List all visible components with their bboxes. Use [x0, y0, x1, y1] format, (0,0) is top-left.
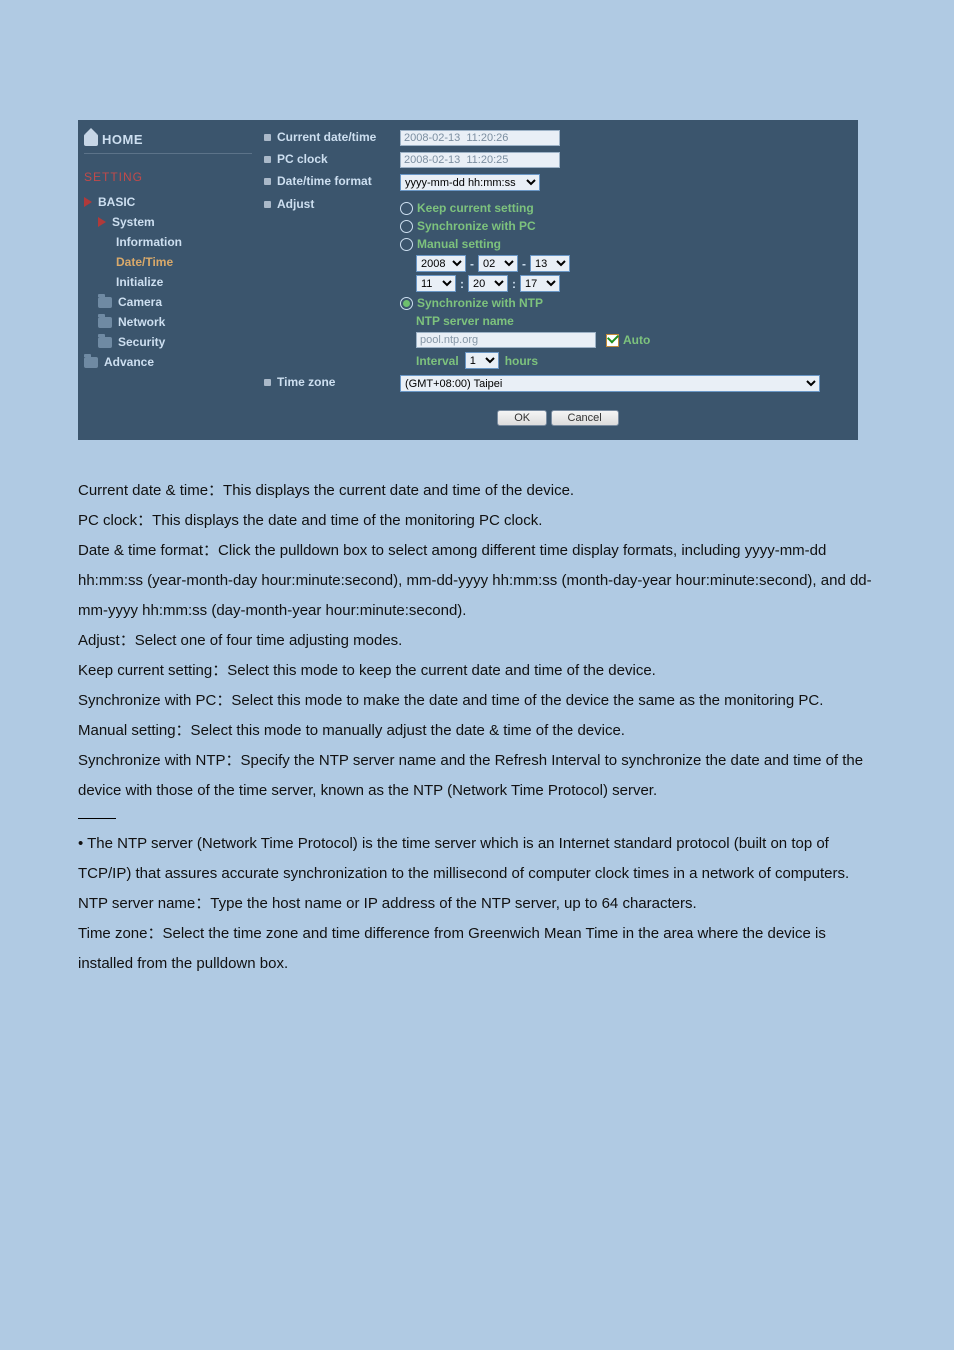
- nav-basic[interactable]: BASIC: [84, 192, 252, 212]
- nav-initialize-label: Initialize: [116, 275, 163, 289]
- adjust-label: Adjust: [277, 197, 314, 211]
- manual-year-select[interactable]: 2008: [416, 255, 466, 272]
- nav-information-label: Information: [116, 235, 182, 249]
- folder-icon: [84, 357, 98, 368]
- manual-minute-select[interactable]: 20: [468, 275, 508, 292]
- arrow-down-icon: [98, 217, 106, 227]
- manual-time-row: 11 : 20 : 17: [416, 275, 852, 292]
- interval-label: Interval: [416, 354, 459, 368]
- radio-manual[interactable]: Manual setting: [400, 237, 852, 251]
- doc-line: • The NTP server (Network Time Protocol)…: [78, 829, 876, 889]
- setting-heading: SETTING: [84, 170, 252, 184]
- nav-date-time[interactable]: Date/Time: [84, 252, 252, 272]
- nav-initialize[interactable]: Initialize: [84, 272, 252, 292]
- pc-clock-field: [400, 152, 560, 168]
- colon-separator: :: [460, 277, 464, 291]
- doc-line: Adjust：Select one of four time adjusting…: [78, 626, 876, 656]
- sidebar: HOME SETTING BASIC System Information Da…: [78, 120, 258, 440]
- doc-line: Manual setting：Select this mode to manua…: [78, 716, 876, 746]
- bullet-icon: [264, 178, 271, 185]
- nav-security-label: Security: [118, 335, 165, 349]
- radio-sync-pc-label: Synchronize with PC: [417, 219, 536, 233]
- nav-information[interactable]: Information: [84, 232, 252, 252]
- arrow-down-icon: [84, 197, 92, 207]
- doc-line: Keep current setting：Select this mode to…: [78, 656, 876, 686]
- doc-line: Time zone：Select the time zone and time …: [78, 919, 876, 979]
- dash-separator: -: [522, 257, 526, 271]
- pc-clock-label: PC clock: [277, 152, 328, 166]
- interval-select[interactable]: 1: [465, 352, 499, 369]
- manual-month-select[interactable]: 02: [478, 255, 518, 272]
- manual-day-select[interactable]: 13: [530, 255, 570, 272]
- content-pane: Current date/time PC clock Date/time for…: [258, 120, 858, 440]
- device-settings-panel: HOME SETTING BASIC System Information Da…: [78, 120, 858, 440]
- bullet-icon: [264, 156, 271, 163]
- nav-advance-label: Advance: [104, 355, 154, 369]
- colon-separator: :: [512, 277, 516, 291]
- ntp-server-input[interactable]: [416, 332, 596, 348]
- ntp-server-name-label: NTP server name: [416, 314, 852, 328]
- radio-sync-ntp-label: Synchronize with NTP: [417, 296, 543, 310]
- manual-date-row: 2008 - 02 - 13: [416, 255, 852, 272]
- nav-system[interactable]: System: [84, 212, 252, 232]
- current-datetime-field: [400, 130, 560, 146]
- folder-icon: [98, 317, 112, 328]
- nav-camera[interactable]: Camera: [84, 292, 252, 312]
- datetime-format-select[interactable]: yyyy-mm-dd hh:mm:ss: [400, 174, 540, 191]
- bullet-icon: [264, 201, 271, 208]
- cancel-button[interactable]: Cancel: [551, 410, 619, 426]
- radio-sync-ntp[interactable]: Synchronize with NTP: [400, 296, 852, 310]
- doc-line: NTP server name：Type the host name or IP…: [78, 889, 876, 919]
- doc-line: Current date & time：This displays the cu…: [78, 476, 876, 506]
- folder-icon: [98, 297, 112, 308]
- doc-line: Synchronize with NTP：Specify the NTP ser…: [78, 746, 876, 806]
- nav-network-label: Network: [118, 315, 165, 329]
- home-icon: [84, 134, 98, 146]
- home-link[interactable]: HOME: [84, 130, 252, 154]
- ok-button[interactable]: OK: [497, 410, 547, 426]
- datetime-format-label: Date/time format: [277, 174, 372, 188]
- dash-separator: -: [470, 257, 474, 271]
- interval-unit: hours: [505, 354, 538, 368]
- manual-hour-select[interactable]: 11: [416, 275, 456, 292]
- nav-camera-label: Camera: [118, 295, 162, 309]
- note-rule: [78, 818, 116, 819]
- doc-line: Date & time format：Click the pulldown bo…: [78, 536, 876, 626]
- manual-second-select[interactable]: 17: [520, 275, 560, 292]
- doc-body: Current date & time：This displays the cu…: [78, 476, 876, 979]
- folder-icon: [98, 337, 112, 348]
- home-label: HOME: [102, 132, 143, 147]
- nav-datetime-label: Date/Time: [116, 255, 173, 269]
- doc-line: Synchronize with PC：Select this mode to …: [78, 686, 876, 716]
- nav-system-label: System: [112, 215, 155, 229]
- radio-icon: [400, 202, 413, 215]
- radio-keep-current[interactable]: Keep current setting: [400, 201, 852, 215]
- current-datetime-label: Current date/time: [277, 130, 376, 144]
- nav-advance[interactable]: Advance: [84, 352, 252, 372]
- radio-checked-icon: [400, 297, 413, 310]
- bullet-icon: [264, 134, 271, 141]
- nav-security[interactable]: Security: [84, 332, 252, 352]
- auto-checkbox[interactable]: [606, 334, 619, 347]
- timezone-select[interactable]: (GMT+08:00) Taipei: [400, 375, 820, 392]
- radio-icon: [400, 238, 413, 251]
- radio-manual-label: Manual setting: [417, 237, 501, 251]
- radio-keep-label: Keep current setting: [417, 201, 534, 215]
- bullet-icon: [264, 379, 271, 386]
- radio-icon: [400, 220, 413, 233]
- timezone-label: Time zone: [277, 375, 335, 389]
- nav-network[interactable]: Network: [84, 312, 252, 332]
- radio-sync-pc[interactable]: Synchronize with PC: [400, 219, 852, 233]
- auto-label: Auto: [623, 333, 650, 347]
- nav-basic-label: BASIC: [98, 195, 135, 209]
- doc-line: PC clock：This displays the date and time…: [78, 506, 876, 536]
